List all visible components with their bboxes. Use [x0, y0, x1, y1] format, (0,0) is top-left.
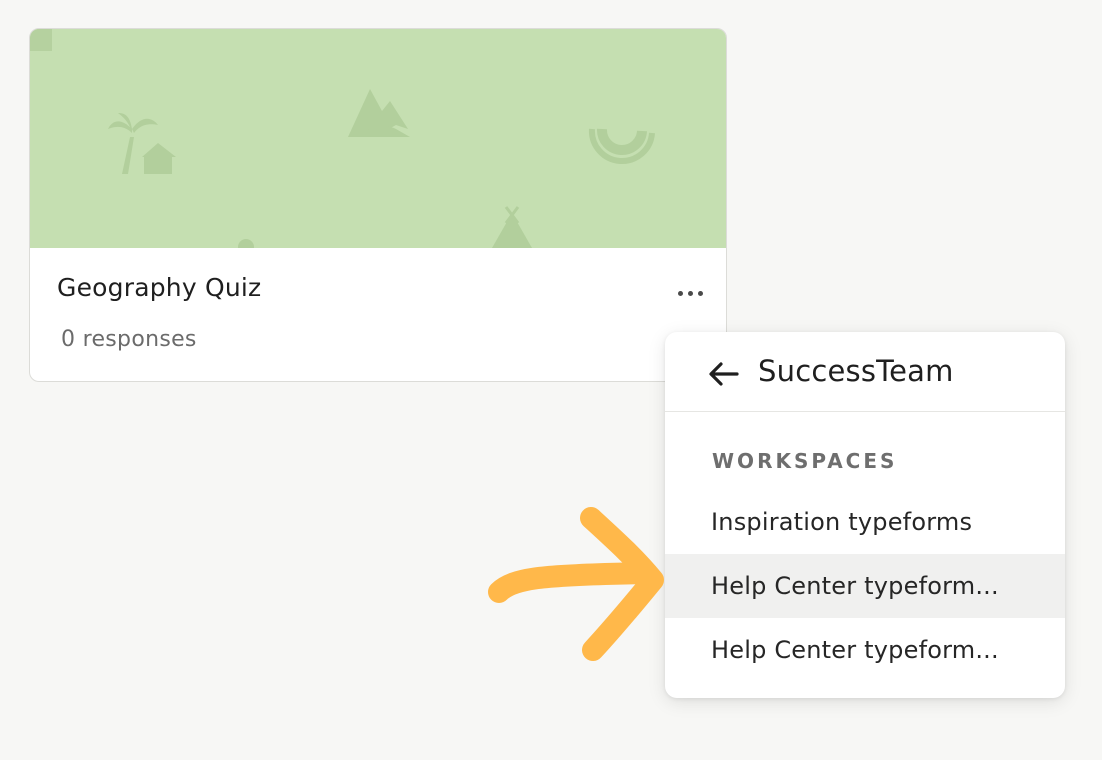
workspace-item[interactable]: Help Center typeform... — [665, 618, 1065, 682]
form-thumbnail — [30, 29, 726, 248]
section-label: WORKSPACES — [712, 449, 898, 473]
back-to-account-button[interactable]: SuccessTeam — [665, 332, 1065, 412]
mountain-icon — [348, 89, 410, 137]
tent-icon — [492, 206, 532, 248]
form-title[interactable]: Geography Quiz — [57, 273, 261, 302]
form-card[interactable]: Geography Quiz 0 responses — [29, 28, 727, 382]
account-name: SuccessTeam — [758, 354, 954, 388]
dot-icon — [697, 290, 703, 296]
watermelon-icon — [588, 128, 655, 165]
more-options-button[interactable] — [670, 281, 710, 305]
arrow-left-icon — [709, 362, 739, 386]
palm-house-icon — [108, 113, 176, 174]
workspace-item[interactable]: Inspiration typeforms — [665, 490, 1065, 554]
decor-shape-icon — [30, 29, 52, 51]
dot-icon — [687, 290, 693, 296]
dot-icon — [677, 290, 683, 296]
move-to-workspace-menu: SuccessTeam WORKSPACES Inspiration typef… — [665, 332, 1065, 698]
workspace-item[interactable]: Help Center typeform... — [665, 554, 1065, 618]
pointer-arrow-icon — [488, 507, 664, 661]
response-count: 0 responses — [61, 327, 197, 352]
